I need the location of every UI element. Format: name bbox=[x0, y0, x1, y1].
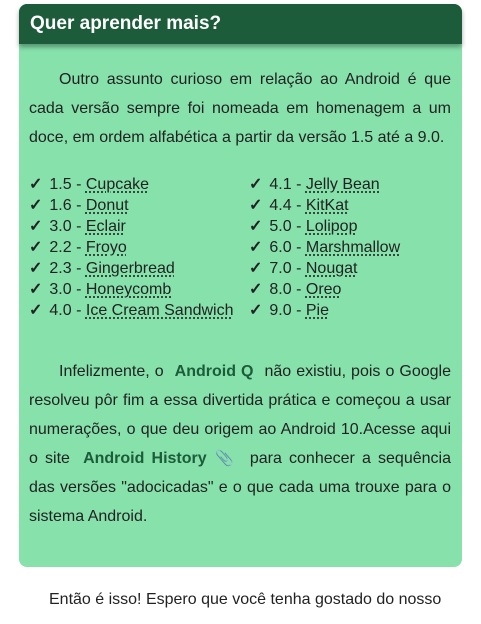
check-icon: ✓ bbox=[29, 260, 43, 277]
version-codename: Pie bbox=[305, 302, 329, 319]
version-item: ✓ 8.0 - Oreo bbox=[249, 279, 459, 300]
check-icon: ✓ bbox=[249, 281, 263, 298]
version-item: ✓ 4.4 - KitKat bbox=[249, 195, 459, 216]
version-number: 7.0 - bbox=[269, 260, 306, 277]
version-codename: Donut bbox=[85, 197, 129, 214]
version-item: ✓ 2.2 - Froyo bbox=[29, 237, 249, 258]
version-item: ✓ 6.0 - Marshmallow bbox=[249, 237, 459, 258]
check-icon: ✓ bbox=[249, 176, 263, 193]
history-text-1: Infelizmente, o bbox=[59, 363, 164, 380]
check-icon: ✓ bbox=[249, 260, 263, 277]
outro-paragraph: Então é isso! Espero que você tenha gost… bbox=[49, 591, 442, 608]
version-item: ✓ 7.0 - Nougat bbox=[249, 258, 459, 279]
version-codename: Cupcake bbox=[85, 176, 150, 193]
android-q-highlight: Android Q bbox=[174, 363, 254, 380]
version-codename: Nougat bbox=[305, 260, 358, 277]
check-icon: ✓ bbox=[249, 302, 263, 319]
versions-list-left: ✓ 1.5 - Cupcake ✓ 1.6 - Donut ✓ 3.0 - Eclair ✓… bbox=[29, 174, 249, 321]
version-number: 5.0 - bbox=[269, 218, 306, 235]
version-number: 4.1 - bbox=[269, 176, 306, 193]
version-item: ✓ 9.0 - Pie bbox=[249, 300, 459, 321]
version-item: ✓ 4.0 - Ice Cream Sandwich bbox=[29, 300, 249, 321]
version-codename: Eclair bbox=[85, 218, 126, 235]
version-item: ✓ 3.0 - Honeycomb bbox=[29, 279, 249, 300]
version-number: 4.4 - bbox=[269, 197, 306, 214]
version-item: ✓ 1.6 - Donut bbox=[29, 195, 249, 216]
version-item: ✓ 1.5 - Cupcake bbox=[29, 174, 249, 195]
version-codename: Honeycomb bbox=[85, 281, 172, 298]
version-codename: Lolipop bbox=[305, 218, 358, 235]
check-icon: ✓ bbox=[249, 218, 263, 235]
version-number: 4.0 - bbox=[49, 302, 86, 319]
check-icon: ✓ bbox=[29, 176, 43, 193]
check-icon: ✓ bbox=[29, 197, 43, 214]
card-header: Quer aprender mais? bbox=[19, 4, 462, 44]
version-codename: Jelly Bean bbox=[305, 176, 380, 193]
version-number: 9.0 - bbox=[269, 302, 306, 319]
version-number: 2.2 - bbox=[49, 239, 86, 256]
android-history-link-label[interactable]: Android History bbox=[83, 450, 207, 467]
version-codename: Marshmallow bbox=[305, 239, 401, 256]
paperclip-icon: 📎 bbox=[212, 450, 237, 467]
check-icon: ✓ bbox=[249, 239, 263, 256]
intro-paragraph: Outro assunto curioso em relação ao Andr… bbox=[29, 71, 451, 146]
android-history-link[interactable]: Android History 📎 bbox=[83, 450, 237, 467]
version-codename: Froyo bbox=[85, 239, 127, 256]
version-item: ✓ 3.0 - Eclair bbox=[29, 216, 249, 237]
version-number: 3.0 - bbox=[49, 218, 86, 235]
check-icon: ✓ bbox=[249, 197, 263, 214]
check-icon: ✓ bbox=[29, 281, 43, 298]
version-item: ✓ 5.0 - Lolipop bbox=[249, 216, 459, 237]
version-codename: KitKat bbox=[305, 197, 349, 214]
check-icon: ✓ bbox=[29, 302, 43, 319]
card-title: Quer aprender mais? bbox=[30, 13, 222, 34]
version-number: 8.0 - bbox=[269, 281, 306, 298]
version-number: 3.0 - bbox=[49, 281, 86, 298]
version-codename: Oreo bbox=[305, 281, 342, 298]
history-paragraph: Infelizmente, o Android Q não existiu, p… bbox=[29, 357, 451, 531]
version-item: ✓ 2.3 - Gingerbread bbox=[29, 258, 249, 279]
check-icon: ✓ bbox=[29, 218, 43, 235]
check-icon: ✓ bbox=[29, 239, 43, 256]
version-codename: Gingerbread bbox=[85, 260, 175, 277]
version-item: ✓ 4.1 - Jelly Bean bbox=[249, 174, 459, 195]
version-number: 2.3 - bbox=[49, 260, 86, 277]
versions-list-right: ✓ 4.1 - Jelly Bean ✓ 4.4 - KitKat ✓ 5.0 - Lol… bbox=[249, 174, 459, 321]
version-number: 1.6 - bbox=[49, 197, 86, 214]
version-codename: Ice Cream Sandwich bbox=[85, 302, 234, 319]
version-number: 6.0 - bbox=[269, 239, 306, 256]
version-number: 1.5 - bbox=[49, 176, 86, 193]
info-card: Quer aprender mais? Outro assunto curios… bbox=[19, 4, 462, 567]
